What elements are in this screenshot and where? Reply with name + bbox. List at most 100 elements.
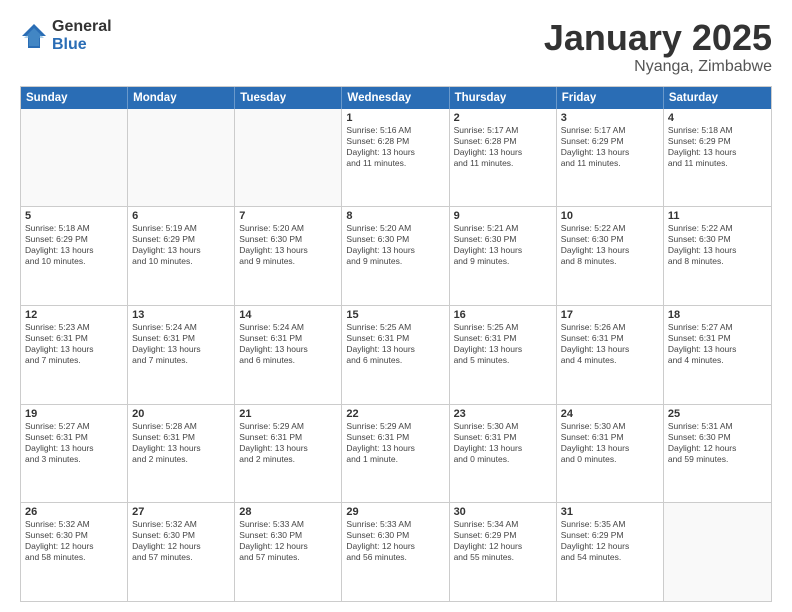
calendar-cell-29: 29Sunrise: 5:33 AM Sunset: 6:30 PM Dayli… [342, 503, 449, 601]
cell-day-number: 29 [346, 506, 444, 518]
calendar-row-1: 5Sunrise: 5:18 AM Sunset: 6:29 PM Daylig… [21, 207, 771, 306]
header-day-friday: Friday [557, 87, 664, 109]
cell-info: Sunrise: 5:31 AM Sunset: 6:30 PM Dayligh… [668, 421, 767, 465]
cell-info: Sunrise: 5:34 AM Sunset: 6:29 PM Dayligh… [454, 519, 552, 563]
cell-day-number: 11 [668, 210, 767, 222]
header-day-saturday: Saturday [664, 87, 771, 109]
cell-day-number: 1 [346, 112, 444, 124]
calendar-cell-21: 21Sunrise: 5:29 AM Sunset: 6:31 PM Dayli… [235, 405, 342, 503]
logo-blue: Blue [52, 36, 112, 54]
calendar-cell-27: 27Sunrise: 5:32 AM Sunset: 6:30 PM Dayli… [128, 503, 235, 601]
calendar-row-0: 1Sunrise: 5:16 AM Sunset: 6:28 PM Daylig… [21, 109, 771, 208]
calendar-cell-22: 22Sunrise: 5:29 AM Sunset: 6:31 PM Dayli… [342, 405, 449, 503]
cell-day-number: 10 [561, 210, 659, 222]
cell-info: Sunrise: 5:22 AM Sunset: 6:30 PM Dayligh… [561, 223, 659, 267]
cell-info: Sunrise: 5:30 AM Sunset: 6:31 PM Dayligh… [454, 421, 552, 465]
calendar-cell-19: 19Sunrise: 5:27 AM Sunset: 6:31 PM Dayli… [21, 405, 128, 503]
calendar-cell-24: 24Sunrise: 5:30 AM Sunset: 6:31 PM Dayli… [557, 405, 664, 503]
logo-text: General Blue [52, 18, 112, 53]
header-day-tuesday: Tuesday [235, 87, 342, 109]
cell-info: Sunrise: 5:18 AM Sunset: 6:29 PM Dayligh… [668, 125, 767, 169]
cell-info: Sunrise: 5:20 AM Sunset: 6:30 PM Dayligh… [346, 223, 444, 267]
cell-day-number: 17 [561, 309, 659, 321]
cell-day-number: 25 [668, 408, 767, 420]
cell-info: Sunrise: 5:20 AM Sunset: 6:30 PM Dayligh… [239, 223, 337, 267]
header-day-monday: Monday [128, 87, 235, 109]
cell-day-number: 18 [668, 309, 767, 321]
cell-day-number: 4 [668, 112, 767, 124]
cell-day-number: 5 [25, 210, 123, 222]
cell-day-number: 30 [454, 506, 552, 518]
title-month: January 2025 [544, 18, 772, 58]
cell-day-number: 19 [25, 408, 123, 420]
cell-info: Sunrise: 5:24 AM Sunset: 6:31 PM Dayligh… [239, 322, 337, 366]
calendar-cell-30: 30Sunrise: 5:34 AM Sunset: 6:29 PM Dayli… [450, 503, 557, 601]
cell-info: Sunrise: 5:21 AM Sunset: 6:30 PM Dayligh… [454, 223, 552, 267]
cell-info: Sunrise: 5:32 AM Sunset: 6:30 PM Dayligh… [132, 519, 230, 563]
calendar-cell-empty-0-0 [21, 109, 128, 207]
cell-info: Sunrise: 5:35 AM Sunset: 6:29 PM Dayligh… [561, 519, 659, 563]
cell-info: Sunrise: 5:22 AM Sunset: 6:30 PM Dayligh… [668, 223, 767, 267]
calendar-cell-empty-0-1 [128, 109, 235, 207]
cell-info: Sunrise: 5:28 AM Sunset: 6:31 PM Dayligh… [132, 421, 230, 465]
cell-info: Sunrise: 5:27 AM Sunset: 6:31 PM Dayligh… [25, 421, 123, 465]
calendar-cell-23: 23Sunrise: 5:30 AM Sunset: 6:31 PM Dayli… [450, 405, 557, 503]
logo-icon [20, 22, 48, 50]
calendar-cell-5: 5Sunrise: 5:18 AM Sunset: 6:29 PM Daylig… [21, 207, 128, 305]
cell-day-number: 23 [454, 408, 552, 420]
cell-day-number: 9 [454, 210, 552, 222]
calendar-cell-1: 1Sunrise: 5:16 AM Sunset: 6:28 PM Daylig… [342, 109, 449, 207]
cell-info: Sunrise: 5:16 AM Sunset: 6:28 PM Dayligh… [346, 125, 444, 169]
cell-day-number: 26 [25, 506, 123, 518]
cell-day-number: 20 [132, 408, 230, 420]
calendar-cell-16: 16Sunrise: 5:25 AM Sunset: 6:31 PM Dayli… [450, 306, 557, 404]
calendar-cell-9: 9Sunrise: 5:21 AM Sunset: 6:30 PM Daylig… [450, 207, 557, 305]
calendar-cell-28: 28Sunrise: 5:33 AM Sunset: 6:30 PM Dayli… [235, 503, 342, 601]
calendar-row-2: 12Sunrise: 5:23 AM Sunset: 6:31 PM Dayli… [21, 306, 771, 405]
cell-day-number: 15 [346, 309, 444, 321]
calendar-cell-31: 31Sunrise: 5:35 AM Sunset: 6:29 PM Dayli… [557, 503, 664, 601]
calendar-cell-6: 6Sunrise: 5:19 AM Sunset: 6:29 PM Daylig… [128, 207, 235, 305]
calendar-cell-25: 25Sunrise: 5:31 AM Sunset: 6:30 PM Dayli… [664, 405, 771, 503]
header-day-sunday: Sunday [21, 87, 128, 109]
calendar-page: General Blue January 2025 Nyanga, Zimbab… [0, 0, 792, 612]
calendar-cell-11: 11Sunrise: 5:22 AM Sunset: 6:30 PM Dayli… [664, 207, 771, 305]
calendar-cell-15: 15Sunrise: 5:25 AM Sunset: 6:31 PM Dayli… [342, 306, 449, 404]
header: General Blue January 2025 Nyanga, Zimbab… [20, 18, 772, 76]
cell-day-number: 6 [132, 210, 230, 222]
cell-day-number: 2 [454, 112, 552, 124]
calendar-body: 1Sunrise: 5:16 AM Sunset: 6:28 PM Daylig… [21, 109, 771, 601]
cell-day-number: 27 [132, 506, 230, 518]
calendar-cell-17: 17Sunrise: 5:26 AM Sunset: 6:31 PM Dayli… [557, 306, 664, 404]
cell-info: Sunrise: 5:33 AM Sunset: 6:30 PM Dayligh… [239, 519, 337, 563]
cell-day-number: 14 [239, 309, 337, 321]
calendar-cell-14: 14Sunrise: 5:24 AM Sunset: 6:31 PM Dayli… [235, 306, 342, 404]
calendar-cell-18: 18Sunrise: 5:27 AM Sunset: 6:31 PM Dayli… [664, 306, 771, 404]
header-day-wednesday: Wednesday [342, 87, 449, 109]
calendar-cell-26: 26Sunrise: 5:32 AM Sunset: 6:30 PM Dayli… [21, 503, 128, 601]
cell-day-number: 3 [561, 112, 659, 124]
calendar-cell-2: 2Sunrise: 5:17 AM Sunset: 6:28 PM Daylig… [450, 109, 557, 207]
cell-day-number: 7 [239, 210, 337, 222]
cell-info: Sunrise: 5:26 AM Sunset: 6:31 PM Dayligh… [561, 322, 659, 366]
calendar-row-3: 19Sunrise: 5:27 AM Sunset: 6:31 PM Dayli… [21, 405, 771, 504]
cell-info: Sunrise: 5:33 AM Sunset: 6:30 PM Dayligh… [346, 519, 444, 563]
cell-day-number: 22 [346, 408, 444, 420]
cell-info: Sunrise: 5:25 AM Sunset: 6:31 PM Dayligh… [346, 322, 444, 366]
cell-info: Sunrise: 5:30 AM Sunset: 6:31 PM Dayligh… [561, 421, 659, 465]
cell-day-number: 16 [454, 309, 552, 321]
cell-info: Sunrise: 5:17 AM Sunset: 6:28 PM Dayligh… [454, 125, 552, 169]
calendar-cell-8: 8Sunrise: 5:20 AM Sunset: 6:30 PM Daylig… [342, 207, 449, 305]
cell-day-number: 12 [25, 309, 123, 321]
cell-info: Sunrise: 5:27 AM Sunset: 6:31 PM Dayligh… [668, 322, 767, 366]
calendar-cell-3: 3Sunrise: 5:17 AM Sunset: 6:29 PM Daylig… [557, 109, 664, 207]
cell-info: Sunrise: 5:19 AM Sunset: 6:29 PM Dayligh… [132, 223, 230, 267]
logo-general: General [52, 18, 112, 36]
cell-info: Sunrise: 5:18 AM Sunset: 6:29 PM Dayligh… [25, 223, 123, 267]
title-location: Nyanga, Zimbabwe [544, 58, 772, 76]
cell-info: Sunrise: 5:17 AM Sunset: 6:29 PM Dayligh… [561, 125, 659, 169]
calendar-row-4: 26 Sunrise: 5:32 AM Sunset: 6:30 PM Dayli… [21, 503, 771, 601]
calendar-cell-empty-0-2 [235, 109, 342, 207]
cell-day-number: 24 [561, 408, 659, 420]
calendar-header: SundayMondayTuesdayWednesdayThursdayFrid… [21, 87, 771, 109]
